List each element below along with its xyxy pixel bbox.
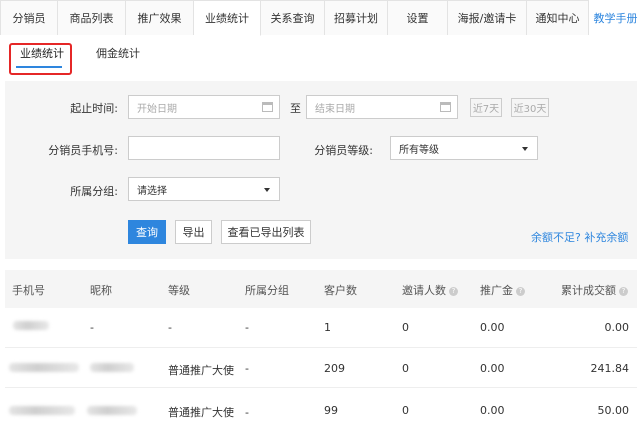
- view-exported-list-button[interactable]: 查看已导出列表: [221, 220, 311, 244]
- col-total-label: 累计成交额: [561, 284, 616, 297]
- col-promo-fee: 推广金?: [480, 282, 525, 298]
- tab-recruitment-plan[interactable]: 招募计划: [325, 0, 388, 35]
- blurred-phone: [9, 363, 79, 372]
- topup-balance-link[interactable]: 余额不足? 补充余额: [531, 229, 628, 245]
- cell-group: -: [245, 362, 249, 375]
- chevron-down-icon: [264, 188, 270, 192]
- col-promo-label: 推广金: [480, 284, 513, 297]
- last-30-days-button[interactable]: 近30天: [511, 98, 549, 117]
- tab-posters-invitations[interactable]: 海报/邀请卡: [448, 0, 527, 35]
- level-label: 分销员等级:: [314, 144, 373, 157]
- blurred-phone: [9, 406, 75, 415]
- help-icon[interactable]: ?: [619, 287, 628, 296]
- cell-invited: 0: [402, 404, 409, 417]
- col-nickname: 昵称: [90, 284, 112, 297]
- blurred-nickname: [90, 363, 134, 372]
- cell-invited: 0: [402, 362, 409, 375]
- help-icon[interactable]: ?: [516, 287, 525, 296]
- group-select-value: 请选择: [137, 185, 167, 197]
- col-total-sales: 累计成交额?: [561, 282, 628, 298]
- help-icon[interactable]: ?: [449, 287, 458, 296]
- tutorial-link[interactable]: 教学手册: [589, 0, 642, 35]
- phone-input[interactable]: [128, 136, 280, 160]
- col-level: 等级: [168, 284, 190, 297]
- filter-panel: 起止时间: 开始日期 至 结束日期 近7天 近30天 分销员手机号: 分销员等级…: [5, 81, 637, 259]
- tab-settings[interactable]: 设置: [388, 0, 448, 35]
- calendar-icon: [440, 102, 451, 112]
- to-label: 至: [290, 102, 301, 115]
- cell-promo: 0.00: [480, 321, 505, 334]
- start-time-label: 起止时间:: [70, 102, 118, 115]
- start-date-placeholder: 开始日期: [137, 103, 177, 115]
- top-tab-bar: 分销员 商品列表 推广效果 业绩统计 关系查询 招募计划 设置 海报/邀请卡 通…: [0, 0, 642, 36]
- table-row: 普通推广大使 - 209 0 0.00 241.84: [5, 348, 637, 388]
- table-row: 普通推广大使 - 99 0 0.00 50.00: [5, 388, 637, 425]
- cell-customers: 1: [324, 321, 331, 334]
- level-select-value: 所有等级: [399, 144, 439, 156]
- tab-performance-stats[interactable]: 业绩统计: [194, 0, 261, 36]
- cell-promo: 0.00: [480, 362, 505, 375]
- cell-nickname: -: [90, 321, 94, 334]
- cell-promo: 0.00: [480, 404, 505, 417]
- subtab-performance-stats[interactable]: 业绩统计: [20, 45, 64, 61]
- active-tab-underline: [16, 66, 62, 68]
- subtab-commission-stats[interactable]: 佣金统计: [96, 45, 140, 61]
- group-label: 所属分组:: [70, 185, 118, 198]
- table-row: - - - 1 0 0.00 0.00: [5, 308, 637, 348]
- end-date-placeholder: 结束日期: [315, 103, 355, 115]
- cell-level: 普通推广大使: [168, 406, 234, 419]
- sub-tab-bar: 业绩统计 佣金统计: [0, 36, 642, 78]
- query-button[interactable]: 查询: [128, 220, 166, 244]
- chevron-down-icon: [522, 147, 528, 151]
- tab-product-list[interactable]: 商品列表: [58, 0, 126, 35]
- cell-level: 普通推广大使: [168, 364, 234, 377]
- cell-total: 241.84: [590, 362, 630, 375]
- cell-level: -: [168, 321, 172, 334]
- cell-group: -: [245, 406, 249, 419]
- export-button[interactable]: 导出: [175, 220, 212, 244]
- cell-customers: 99: [324, 404, 338, 417]
- blurred-phone: [13, 321, 49, 330]
- tab-distributors[interactable]: 分销员: [0, 0, 58, 35]
- end-date-input[interactable]: 结束日期: [306, 95, 458, 119]
- cell-total: 0.00: [604, 321, 630, 334]
- tab-notification-center[interactable]: 通知中心: [527, 0, 589, 35]
- col-group: 所属分组: [245, 284, 289, 297]
- cell-customers: 209: [324, 362, 345, 375]
- level-select[interactable]: 所有等级: [390, 136, 538, 160]
- cell-total: 50.00: [597, 404, 630, 417]
- tab-promotion-effect[interactable]: 推广效果: [126, 0, 194, 35]
- tab-relationship-query[interactable]: 关系查询: [261, 0, 325, 35]
- col-invited: 邀请人数?: [402, 282, 458, 298]
- cell-group: -: [245, 321, 249, 334]
- table-header: 手机号 昵称 等级 所属分组 客户数 邀请人数? 推广金? 累计成交额?: [5, 270, 637, 308]
- last-7-days-button[interactable]: 近7天: [470, 98, 502, 117]
- blurred-nickname: [87, 406, 137, 415]
- group-select[interactable]: 请选择: [128, 177, 280, 201]
- phone-label: 分销员手机号:: [48, 144, 118, 157]
- col-customers: 客户数: [324, 284, 357, 297]
- col-phone: 手机号: [12, 284, 45, 297]
- col-invited-label: 邀请人数: [402, 284, 446, 297]
- cell-invited: 0: [402, 321, 409, 334]
